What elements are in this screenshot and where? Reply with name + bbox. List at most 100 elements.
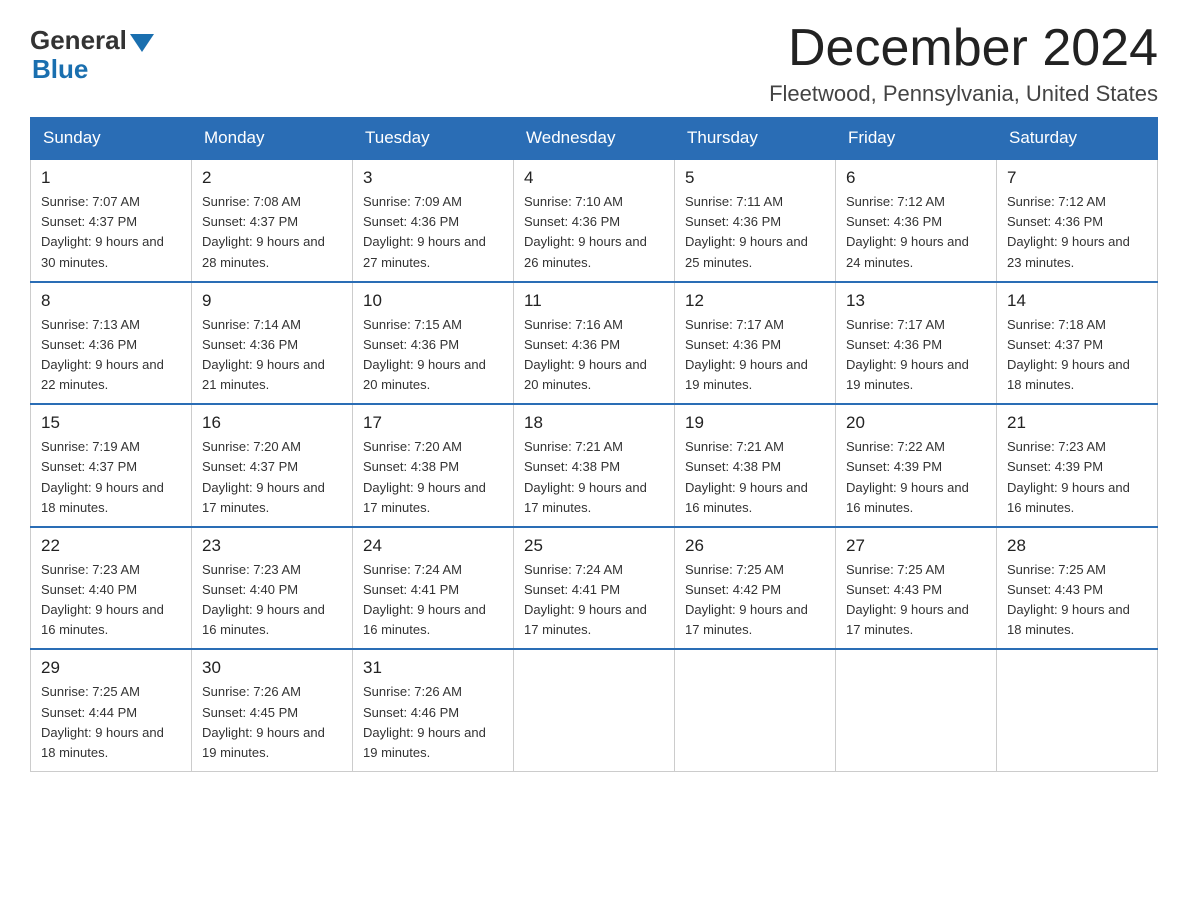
calendar-day-cell: 22 Sunrise: 7:23 AMSunset: 4:40 PMDayligh… bbox=[31, 527, 192, 650]
calendar-day-cell: 17 Sunrise: 7:20 AMSunset: 4:38 PMDayligh… bbox=[353, 404, 514, 527]
calendar-empty-cell bbox=[997, 649, 1158, 771]
calendar-day-cell: 20 Sunrise: 7:22 AMSunset: 4:39 PMDayligh… bbox=[836, 404, 997, 527]
day-info: Sunrise: 7:08 AMSunset: 4:37 PMDaylight:… bbox=[202, 192, 342, 273]
day-number: 29 bbox=[41, 658, 181, 678]
calendar-empty-cell bbox=[836, 649, 997, 771]
calendar-day-cell: 23Sunrise: 7:23 AMSunset: 4:40 PMDayligh… bbox=[192, 527, 353, 650]
calendar-day-cell: 16 Sunrise: 7:20 AMSunset: 4:37 PMDayligh… bbox=[192, 404, 353, 527]
day-info: Sunrise: 7:16 AMSunset: 4:36 PMDaylight:… bbox=[524, 315, 664, 396]
day-number: 2 bbox=[202, 168, 342, 188]
calendar-day-cell: 7Sunrise: 7:12 AMSunset: 4:36 PMDaylight… bbox=[997, 159, 1158, 282]
calendar-header-wednesday: Wednesday bbox=[514, 118, 675, 160]
day-number: 4 bbox=[524, 168, 664, 188]
day-info: Sunrise: 7:23 AMSunset: 4:40 PMDaylight:… bbox=[41, 560, 181, 641]
day-number: 24 bbox=[363, 536, 503, 556]
day-number: 12 bbox=[685, 291, 825, 311]
calendar-day-cell: 10 Sunrise: 7:15 AMSunset: 4:36 PMDayligh… bbox=[353, 282, 514, 405]
day-number: 31 bbox=[363, 658, 503, 678]
day-number: 28 bbox=[1007, 536, 1147, 556]
calendar-week-row: 22 Sunrise: 7:23 AMSunset: 4:40 PMDayligh… bbox=[31, 527, 1158, 650]
day-number: 11 bbox=[524, 291, 664, 311]
day-number: 14 bbox=[1007, 291, 1147, 311]
day-info: Sunrise: 7:21 AMSunset: 4:38 PMDaylight:… bbox=[524, 437, 664, 518]
day-number: 10 bbox=[363, 291, 503, 311]
calendar-day-cell: 13 Sunrise: 7:17 AMSunset: 4:36 PMDayligh… bbox=[836, 282, 997, 405]
day-info: Sunrise: 7:15 AMSunset: 4:36 PMDaylight:… bbox=[363, 315, 503, 396]
day-info: Sunrise: 7:17 AMSunset: 4:36 PMDaylight:… bbox=[846, 315, 986, 396]
day-number: 18 bbox=[524, 413, 664, 433]
day-number: 22 bbox=[41, 536, 181, 556]
day-number: 27 bbox=[846, 536, 986, 556]
calendar-day-cell: 27 Sunrise: 7:25 AMSunset: 4:43 PMDayligh… bbox=[836, 527, 997, 650]
calendar-day-cell: 15Sunrise: 7:19 AMSunset: 4:37 PMDayligh… bbox=[31, 404, 192, 527]
day-number: 8 bbox=[41, 291, 181, 311]
calendar-header-tuesday: Tuesday bbox=[353, 118, 514, 160]
day-number: 25 bbox=[524, 536, 664, 556]
logo-blue-text: Blue bbox=[32, 54, 88, 85]
day-number: 17 bbox=[363, 413, 503, 433]
day-number: 13 bbox=[846, 291, 986, 311]
calendar-empty-cell bbox=[675, 649, 836, 771]
location-title: Fleetwood, Pennsylvania, United States bbox=[769, 81, 1158, 107]
day-info: Sunrise: 7:23 AMSunset: 4:40 PMDaylight:… bbox=[202, 560, 342, 641]
calendar-day-cell: 3 Sunrise: 7:09 AMSunset: 4:36 PMDaylight… bbox=[353, 159, 514, 282]
day-info: Sunrise: 7:09 AMSunset: 4:36 PMDaylight:… bbox=[363, 192, 503, 273]
calendar-day-cell: 4Sunrise: 7:10 AMSunset: 4:36 PMDaylight… bbox=[514, 159, 675, 282]
calendar-day-cell: 29 Sunrise: 7:25 AMSunset: 4:44 PMDayligh… bbox=[31, 649, 192, 771]
logo-arrow-icon bbox=[130, 34, 154, 52]
calendar-day-cell: 26 Sunrise: 7:25 AMSunset: 4:42 PMDayligh… bbox=[675, 527, 836, 650]
calendar-day-cell: 18 Sunrise: 7:21 AMSunset: 4:38 PMDayligh… bbox=[514, 404, 675, 527]
day-info: Sunrise: 7:25 AMSunset: 4:43 PMDaylight:… bbox=[846, 560, 986, 641]
day-info: Sunrise: 7:23 AMSunset: 4:39 PMDaylight:… bbox=[1007, 437, 1147, 518]
calendar-week-row: 8Sunrise: 7:13 AMSunset: 4:36 PMDaylight… bbox=[31, 282, 1158, 405]
calendar-header-thursday: Thursday bbox=[675, 118, 836, 160]
day-info: Sunrise: 7:20 AMSunset: 4:38 PMDaylight:… bbox=[363, 437, 503, 518]
day-info: Sunrise: 7:12 AMSunset: 4:36 PMDaylight:… bbox=[846, 192, 986, 273]
day-number: 26 bbox=[685, 536, 825, 556]
day-info: Sunrise: 7:07 AMSunset: 4:37 PMDaylight:… bbox=[41, 192, 181, 273]
day-number: 3 bbox=[363, 168, 503, 188]
calendar-day-cell: 11 Sunrise: 7:16 AMSunset: 4:36 PMDayligh… bbox=[514, 282, 675, 405]
calendar-header-sunday: Sunday bbox=[31, 118, 192, 160]
day-number: 9 bbox=[202, 291, 342, 311]
calendar-day-cell: 24Sunrise: 7:24 AMSunset: 4:41 PMDayligh… bbox=[353, 527, 514, 650]
day-number: 1 bbox=[41, 168, 181, 188]
day-info: Sunrise: 7:11 AMSunset: 4:36 PMDaylight:… bbox=[685, 192, 825, 273]
day-info: Sunrise: 7:12 AMSunset: 4:36 PMDaylight:… bbox=[1007, 192, 1147, 273]
day-info: Sunrise: 7:25 AMSunset: 4:42 PMDaylight:… bbox=[685, 560, 825, 641]
calendar-day-cell: 25 Sunrise: 7:24 AMSunset: 4:41 PMDayligh… bbox=[514, 527, 675, 650]
day-info: Sunrise: 7:20 AMSunset: 4:37 PMDaylight:… bbox=[202, 437, 342, 518]
calendar-day-cell: 12 Sunrise: 7:17 AMSunset: 4:36 PMDayligh… bbox=[675, 282, 836, 405]
day-number: 21 bbox=[1007, 413, 1147, 433]
day-info: Sunrise: 7:19 AMSunset: 4:37 PMDaylight:… bbox=[41, 437, 181, 518]
title-section: December 2024 Fleetwood, Pennsylvania, U… bbox=[769, 20, 1158, 107]
day-info: Sunrise: 7:14 AMSunset: 4:36 PMDaylight:… bbox=[202, 315, 342, 396]
logo: General Blue bbox=[30, 20, 154, 85]
day-info: Sunrise: 7:24 AMSunset: 4:41 PMDaylight:… bbox=[524, 560, 664, 641]
calendar-day-cell: 30Sunrise: 7:26 AMSunset: 4:45 PMDayligh… bbox=[192, 649, 353, 771]
calendar-day-cell: 9 Sunrise: 7:14 AMSunset: 4:36 PMDaylight… bbox=[192, 282, 353, 405]
calendar-day-cell: 5Sunrise: 7:11 AMSunset: 4:36 PMDaylight… bbox=[675, 159, 836, 282]
calendar-day-cell: 2 Sunrise: 7:08 AMSunset: 4:37 PMDaylight… bbox=[192, 159, 353, 282]
day-info: Sunrise: 7:22 AMSunset: 4:39 PMDaylight:… bbox=[846, 437, 986, 518]
day-info: Sunrise: 7:25 AMSunset: 4:44 PMDaylight:… bbox=[41, 682, 181, 763]
day-number: 20 bbox=[846, 413, 986, 433]
day-number: 19 bbox=[685, 413, 825, 433]
day-info: Sunrise: 7:25 AMSunset: 4:43 PMDaylight:… bbox=[1007, 560, 1147, 641]
calendar-header-friday: Friday bbox=[836, 118, 997, 160]
day-number: 16 bbox=[202, 413, 342, 433]
day-info: Sunrise: 7:26 AMSunset: 4:45 PMDaylight:… bbox=[202, 682, 342, 763]
day-info: Sunrise: 7:17 AMSunset: 4:36 PMDaylight:… bbox=[685, 315, 825, 396]
day-info: Sunrise: 7:21 AMSunset: 4:38 PMDaylight:… bbox=[685, 437, 825, 518]
calendar-header-row: SundayMondayTuesdayWednesdayThursdayFrid… bbox=[31, 118, 1158, 160]
calendar-day-cell: 8Sunrise: 7:13 AMSunset: 4:36 PMDaylight… bbox=[31, 282, 192, 405]
calendar-week-row: 1 Sunrise: 7:07 AMSunset: 4:37 PMDaylight… bbox=[31, 159, 1158, 282]
calendar-header-saturday: Saturday bbox=[997, 118, 1158, 160]
day-info: Sunrise: 7:26 AMSunset: 4:46 PMDaylight:… bbox=[363, 682, 503, 763]
calendar-day-cell: 19 Sunrise: 7:21 AMSunset: 4:38 PMDayligh… bbox=[675, 404, 836, 527]
page-header: General Blue December 2024 Fleetwood, Pe… bbox=[30, 20, 1158, 107]
logo-general-text: General bbox=[30, 25, 127, 56]
calendar-day-cell: 31 Sunrise: 7:26 AMSunset: 4:46 PMDayligh… bbox=[353, 649, 514, 771]
calendar-day-cell: 6Sunrise: 7:12 AMSunset: 4:36 PMDaylight… bbox=[836, 159, 997, 282]
calendar-empty-cell bbox=[514, 649, 675, 771]
